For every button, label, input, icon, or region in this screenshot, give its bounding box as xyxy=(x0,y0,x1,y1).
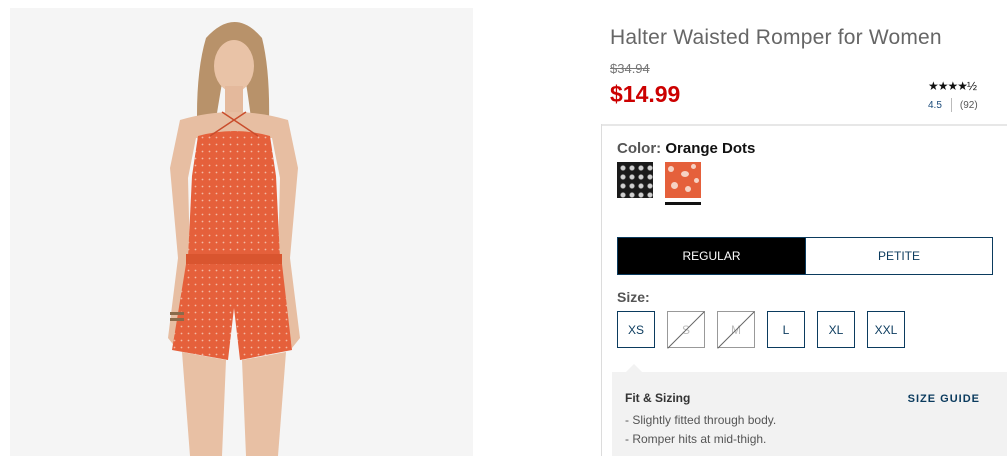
size-xs-button[interactable]: XS xyxy=(617,311,655,348)
sale-price: $14.99 xyxy=(610,81,681,107)
color-value: Orange Dots xyxy=(665,140,756,157)
product-options-panel: Color: Orange Dots REGULAR PETITE Size: … xyxy=(601,124,1007,456)
size-label: Size: xyxy=(617,289,650,305)
fit-tabs: REGULAR PETITE xyxy=(617,237,993,275)
size-xl-button[interactable]: XL xyxy=(817,311,855,348)
tab-regular[interactable]: REGULAR xyxy=(618,238,805,274)
size-s-button[interactable]: S xyxy=(667,311,705,348)
size-l-button[interactable]: L xyxy=(767,311,805,348)
size-guide-link[interactable]: SIZE GUIDE xyxy=(908,393,980,405)
rating-divider xyxy=(950,98,952,112)
review-count[interactable]: (92) xyxy=(960,100,978,111)
fit-sizing-list: Slightly fitted through body. Romper hit… xyxy=(625,411,776,449)
fit-bullet: Romper hits at mid-thigh. xyxy=(625,430,776,449)
size-xxl-button[interactable]: XXL xyxy=(867,311,905,348)
fit-bullet: Slightly fitted through body. xyxy=(625,411,776,430)
swatch-orange-dots[interactable] xyxy=(665,162,701,198)
size-m-button[interactable]: M xyxy=(717,311,755,348)
star-rating-icon: ★★★★½ xyxy=(928,79,977,93)
color-selection: Color: Orange Dots xyxy=(617,140,755,157)
product-rating[interactable]: ★★★★½ 4.5 (92) xyxy=(928,79,990,112)
selected-swatch-indicator xyxy=(665,202,701,205)
color-label: Color: xyxy=(617,140,662,157)
rating-score: 4.5 xyxy=(928,99,942,111)
original-price: $34.94 xyxy=(610,61,650,76)
fit-sizing-box: Fit & Sizing SIZE GUIDE Slightly fitted … xyxy=(612,364,1007,456)
product-image[interactable] xyxy=(10,8,473,456)
swatch-black-dots[interactable] xyxy=(617,162,653,198)
product-title: Halter Waisted Romper for Women xyxy=(610,26,942,49)
tab-petite[interactable]: PETITE xyxy=(805,238,992,274)
fit-sizing-title: Fit & Sizing xyxy=(625,391,691,405)
size-options: XS S M L XL XXL xyxy=(617,311,905,348)
